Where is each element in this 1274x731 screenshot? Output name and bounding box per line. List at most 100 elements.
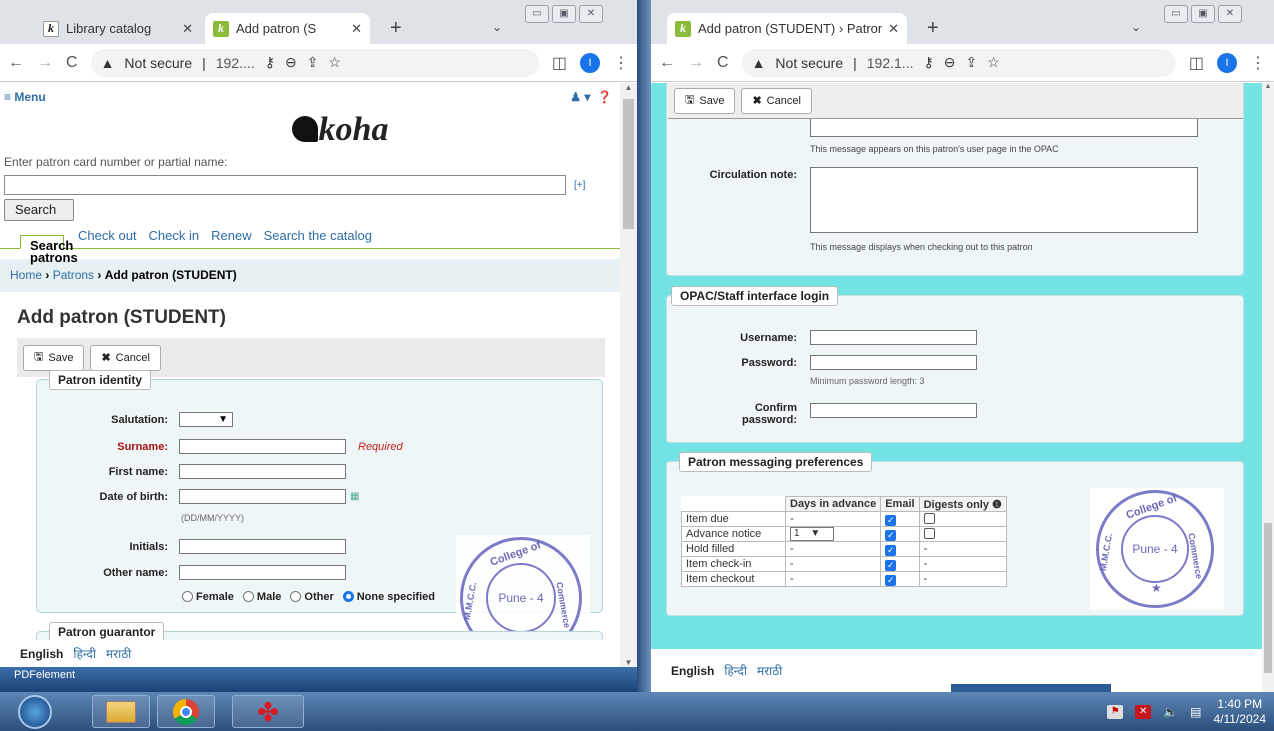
digest-checkbox[interactable] (923, 513, 935, 524)
back-icon[interactable]: ← (659, 54, 675, 72)
clock[interactable]: 1:40 PM 4/11/2024 (1214, 697, 1267, 727)
menu-button[interactable]: ≡ Menu (4, 90, 46, 104)
network-icon[interactable]: ✕ (1135, 704, 1152, 719)
minimize-icon[interactable]: ▭ (525, 5, 549, 23)
action-center-flag-icon[interactable]: ⚑ (1107, 704, 1124, 719)
surname-input[interactable] (179, 439, 346, 454)
email-checkbox[interactable]: ✓ (885, 515, 897, 526)
side-panel-icon[interactable]: ◫ (1189, 53, 1204, 73)
username-input[interactable] (810, 330, 977, 345)
share-icon[interactable]: ⇪ (965, 54, 977, 71)
info-icon[interactable]: ❶ (992, 499, 1002, 511)
patron-search-input[interactable] (4, 175, 566, 195)
reload-icon[interactable]: C (66, 54, 78, 72)
email-checkbox[interactable]: ✓ (885, 530, 897, 541)
first-name-input[interactable] (179, 464, 346, 479)
forward-icon[interactable]: → (688, 54, 704, 72)
maximize-icon[interactable]: ▣ (552, 5, 576, 23)
tab-close-icon[interactable]: ✕ (351, 21, 362, 37)
tab-add-patron[interactable]: k Add patron (STUDENT) › Patrons ✕ (667, 13, 907, 44)
user-icon[interactable]: ♟ ▾ (570, 90, 590, 104)
taskbar-file-explorer[interactable] (92, 695, 150, 728)
tab-check-out[interactable]: Check out (78, 228, 149, 248)
language-hindi[interactable]: हिन्दी (724, 662, 747, 679)
zoom-icon[interactable]: ⊖ (944, 54, 956, 71)
gender-male-radio[interactable]: Male (242, 591, 281, 603)
bookmark-star-icon[interactable]: ☆ (987, 54, 1000, 71)
email-checkbox[interactable]: ✓ (885, 575, 897, 586)
scroll-up-icon[interactable]: ▲ (620, 83, 637, 92)
breadcrumb-patrons[interactable]: Patrons (53, 268, 94, 282)
reload-icon[interactable]: C (717, 54, 729, 72)
save-button[interactable]: 🖫 Save (23, 344, 85, 371)
advanced-search-toggle[interactable]: [+] (574, 180, 585, 191)
initials-input[interactable] (179, 539, 346, 554)
bookmark-star-icon[interactable]: ☆ (328, 54, 341, 71)
forward-icon[interactable]: → (37, 54, 53, 72)
browser-menu-icon[interactable]: ⋮ (1250, 53, 1266, 73)
gender-female-radio[interactable]: Female (182, 591, 234, 603)
help-icon[interactable]: ❓ (597, 90, 612, 104)
language-marathi[interactable]: मराठी (757, 662, 782, 679)
cancel-button[interactable]: ✖ Cancel (90, 344, 161, 371)
tab-close-icon[interactable]: ✕ (182, 21, 193, 37)
close-window-icon[interactable]: ✕ (579, 5, 603, 23)
password-key-icon[interactable]: ⚷ (265, 54, 275, 71)
language-hindi[interactable]: हिन्दी (73, 645, 96, 662)
scrollbar-thumb[interactable] (1264, 523, 1272, 673)
warning-icon[interactable]: ▲ (101, 55, 115, 71)
other-name-input[interactable] (179, 565, 346, 580)
omnibox[interactable]: ▲ Not secure | 192.... ⚷ ⊖ ⇪ ☆ (90, 48, 539, 77)
days-select[interactable]: 1 ▼ (790, 527, 834, 541)
display-icon[interactable]: ▤ (1190, 705, 1201, 719)
tab-check-in[interactable]: Check in (149, 228, 212, 248)
scroll-up-icon[interactable]: ▲ (1262, 83, 1274, 90)
dob-input[interactable] (179, 489, 346, 504)
save-button[interactable]: 🖫 Save (674, 87, 736, 114)
profile-avatar[interactable]: I (580, 52, 600, 73)
tab-search-chevron-icon[interactable]: ⌄ (1131, 20, 1141, 34)
tab-search-catalog[interactable]: Search the catalog (264, 228, 384, 248)
gender-other-radio[interactable]: Other (290, 591, 334, 603)
profile-avatar[interactable]: I (1217, 52, 1237, 73)
calendar-icon[interactable]: ▦ (350, 491, 359, 502)
zoom-icon[interactable]: ⊖ (285, 54, 297, 71)
right-scrollbar[interactable]: ▲ (1262, 83, 1274, 692)
left-scrollbar[interactable]: ▲ ▼ (620, 83, 637, 667)
tab-add-patron[interactable]: k Add patron (S ✕ (205, 13, 370, 44)
taskbar-pdf-app[interactable]: ✤ (232, 695, 304, 728)
salutation-select[interactable]: ▼ (179, 412, 233, 427)
new-tab-button[interactable]: + (927, 17, 939, 40)
new-tab-button[interactable]: + (390, 17, 402, 40)
tab-search-chevron-icon[interactable]: ⌄ (492, 20, 502, 34)
minimize-icon[interactable]: ▭ (1164, 5, 1188, 23)
breadcrumb-home[interactable]: Home (10, 268, 42, 282)
password-key-icon[interactable]: ⚷ (923, 54, 933, 71)
tab-close-icon[interactable]: ✕ (888, 21, 899, 37)
side-panel-icon[interactable]: ◫ (552, 53, 567, 73)
tab-library-catalog[interactable]: k Library catalog ✕ (35, 13, 201, 44)
cancel-button[interactable]: ✖ Cancel (741, 87, 812, 114)
warning-icon[interactable]: ▲ (752, 55, 766, 71)
confirm-password-input[interactable] (810, 403, 977, 418)
start-button[interactable] (5, 693, 65, 730)
password-input[interactable] (810, 355, 977, 370)
close-window-icon[interactable]: ✕ (1218, 5, 1242, 23)
maximize-icon[interactable]: ▣ (1191, 5, 1215, 23)
language-marathi[interactable]: मराठी (106, 645, 131, 662)
scroll-down-icon[interactable]: ▼ (620, 658, 637, 667)
omnibox[interactable]: ▲ Not secure | 192.1... ⚷ ⊖ ⇪ ☆ (741, 48, 1176, 77)
email-checkbox[interactable]: ✓ (885, 560, 897, 571)
gender-none-specified-radio[interactable]: None specified (342, 591, 435, 603)
volume-icon[interactable]: 🔈 (1163, 705, 1178, 719)
digest-checkbox[interactable] (923, 528, 935, 539)
search-button[interactable]: Search (4, 199, 74, 221)
koha-logo[interactable]: koha (60, 110, 620, 150)
email-checkbox[interactable]: ✓ (885, 545, 897, 556)
tab-renew[interactable]: Renew (211, 228, 263, 248)
scrollbar-thumb[interactable] (623, 99, 634, 229)
browser-menu-icon[interactable]: ⋮ (613, 53, 629, 73)
tab-search-patrons[interactable]: Search patrons (20, 235, 78, 264)
circulation-note-textarea[interactable] (810, 167, 1198, 233)
share-icon[interactable]: ⇪ (307, 54, 319, 71)
